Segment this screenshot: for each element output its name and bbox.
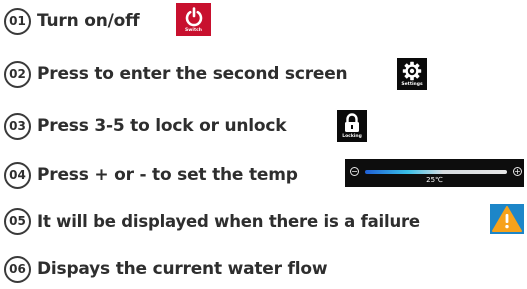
step-number-04: 04	[4, 161, 31, 189]
step-text-06: Dispays the current water flow	[37, 259, 328, 279]
instruction-row-06: 06 Dispays the current water flow	[4, 253, 328, 285]
failure-indicator	[490, 204, 524, 234]
locking-caption: Locking	[342, 134, 362, 139]
temperature-slider[interactable]: − + 25℃	[345, 159, 524, 187]
settings-button[interactable]: Settings	[397, 58, 427, 90]
settings-caption: Settings	[401, 82, 423, 87]
instruction-row-05: 05 It will be displayed when there is a …	[4, 205, 420, 237]
step-text-04: Press + or - to set the temp	[37, 165, 298, 185]
power-icon	[185, 6, 202, 26]
step-number-06: 06	[4, 255, 31, 283]
lock-icon	[345, 113, 359, 132]
step-number-01: 01	[4, 7, 31, 35]
temperature-value: 25℃	[426, 176, 443, 184]
step-number-02: 02	[4, 60, 31, 88]
instruction-row-03: 03 Press 3-5 to lock or unlock	[4, 110, 287, 142]
step-number-05: 05	[4, 207, 31, 235]
step-text-02: Press to enter the second screen	[37, 64, 348, 84]
step-text-01: Turn on/off	[37, 11, 140, 31]
instruction-row-02: 02 Press to enter the second screen	[4, 58, 348, 90]
step-text-03: Press 3-5 to lock or unlock	[37, 116, 287, 136]
switch-button[interactable]: Switch	[176, 3, 211, 36]
warning-icon	[492, 206, 522, 232]
instruction-row-01: 01 Turn on/off	[4, 5, 140, 37]
plus-icon[interactable]: +	[513, 167, 522, 176]
switch-caption: Switch	[185, 27, 202, 33]
locking-button[interactable]: Locking	[337, 110, 367, 142]
step-text-05: It will be displayed when there is a fai…	[37, 211, 420, 231]
minus-icon[interactable]: −	[350, 167, 359, 176]
temperature-track[interactable]	[365, 170, 507, 174]
step-number-03: 03	[4, 112, 31, 140]
instruction-row-04: 04 Press + or - to set the temp	[4, 159, 298, 191]
gear-icon	[402, 61, 422, 81]
